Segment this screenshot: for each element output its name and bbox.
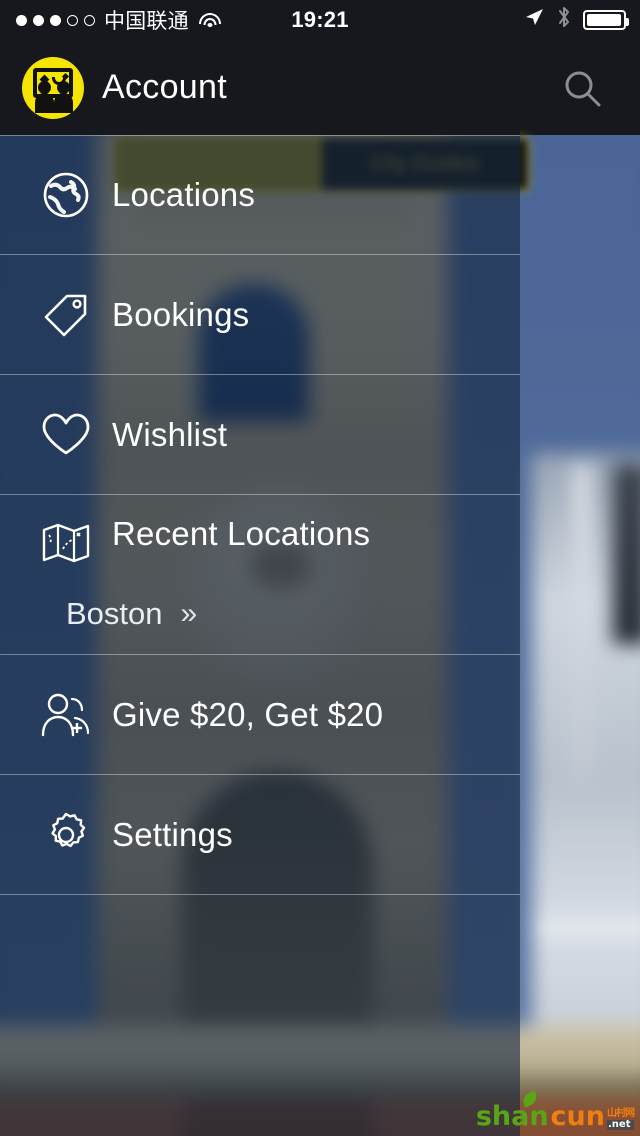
recent-location-boston[interactable]: Boston » [66,596,198,632]
menu-item-settings[interactable]: Settings [0,775,520,895]
menu-item-locations[interactable]: Locations [0,135,520,255]
battery-icon [583,10,629,30]
double-chevron-right-icon: » [180,597,198,630]
account-avatar-logo-icon[interactable] [22,56,84,119]
menu-item-recent-locations[interactable]: Recent Locations Boston » [0,495,520,655]
gear-icon [38,807,94,863]
drawer-header[interactable]: Account [0,40,520,135]
menu-item-label: Recent Locations [112,515,371,552]
heart-icon [38,407,94,463]
drawer-menu-list: Locations Bookings Wishlist Recent Locat… [0,135,520,1136]
menu-item-label: Locations [112,176,256,213]
status-bar-clock: 19:21 [291,7,349,32]
globe-icon [38,167,94,223]
menu-item-label: Wishlist [112,415,228,453]
menu-item-bookings[interactable]: Bookings [0,255,520,375]
menu-item-label: Settings [112,815,233,853]
phone-screen: Boston City Guides 中国联通 19:21 [0,0,640,1136]
site-watermark: shan cun 山村网 .net [475,1090,635,1132]
add-person-icon [38,687,94,743]
photo-right-window [612,464,640,645]
tag-icon [38,287,94,343]
watermark-part1: shan [475,1101,549,1132]
menu-item-label: Give $20, Get $20 [112,695,384,733]
status-bar: 中国联通 19:21 [0,0,640,40]
menu-item-referral[interactable]: Give $20, Get $20 [0,655,520,775]
photo-right-railing [532,919,640,935]
navigation-drawer: Account Locations Bookings Wishlist Rece… [0,40,520,1136]
watermark-side: 山村网 .net [607,1108,635,1130]
menu-item-label: Bookings [112,295,250,333]
drawer-title: Account [102,68,227,106]
watermark-part2: cun [550,1101,605,1132]
watermark-domain: .net [607,1119,634,1130]
watermark-cn-text: 山村网 [607,1108,635,1119]
search-icon[interactable] [560,66,606,112]
menu-item-wishlist[interactable]: Wishlist [0,375,520,495]
recent-location-label: Boston [66,596,163,631]
folded-map-icon [38,515,94,571]
photo-right-column [574,464,590,783]
